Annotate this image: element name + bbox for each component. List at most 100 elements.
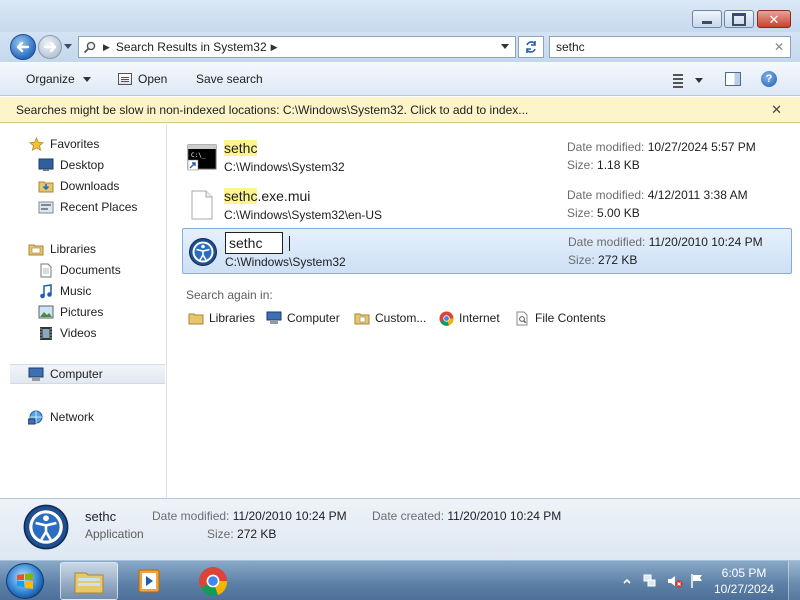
rename-input[interactable]: sethc: [225, 232, 290, 254]
result-name: sethc: [225, 232, 290, 254]
libraries-icon: [188, 310, 204, 326]
media-player-icon: [138, 569, 160, 593]
computer-icon: [28, 366, 44, 382]
videos-icon: [38, 325, 54, 341]
search-again-internet[interactable]: Internet: [438, 310, 500, 326]
clock-time: 6:05 PM: [721, 566, 767, 580]
result-size: Size: 5.00 KB: [567, 206, 640, 220]
taskbar-explorer-button[interactable]: [60, 562, 118, 600]
result-row[interactable]: sethc.exe.mui C:\Windows\System32\en-US …: [182, 182, 792, 228]
close-icon: ✕: [768, 11, 780, 27]
result-date-modified: Date modified: 10/27/2024 5:57 PM: [567, 140, 756, 154]
blank-file-icon: [187, 190, 217, 220]
date-label: Date modified:: [567, 140, 645, 154]
search-again-custom[interactable]: Custom...: [354, 310, 426, 326]
chevron-down-icon: [82, 76, 91, 82]
address-history-dropdown[interactable]: [501, 44, 509, 49]
clear-search-icon[interactable]: ✕: [774, 40, 784, 54]
result-size: Size: 272 KB: [568, 253, 637, 267]
nav-documents-label: Documents: [60, 263, 121, 277]
open-button[interactable]: Open: [118, 72, 167, 86]
taskbar-media-player-button[interactable]: [120, 562, 178, 600]
custom-folder-icon: [354, 310, 370, 326]
result-row[interactable]: C:\_ sethc C:\Windows\System32 Date modi…: [182, 134, 792, 180]
downloads-folder-icon: [38, 178, 54, 194]
breadcrumb-chevron-icon[interactable]: ▶: [271, 42, 278, 53]
result-row-selected[interactable]: sethc C:\Windows\System32 Date modified:…: [182, 228, 792, 274]
name-rest: .exe.mui: [257, 188, 311, 204]
size-label: Size:: [567, 206, 594, 220]
system-clock[interactable]: 6:05 PM 10/27/2024: [704, 565, 784, 597]
result-date-modified: Date modified: 11/20/2010 10:24 PM: [568, 235, 763, 249]
address-bar[interactable]: ▶ Search Results in System32 ▶: [78, 36, 516, 58]
organize-label: Organize: [26, 72, 75, 86]
search-input[interactable]: sethc: [556, 40, 585, 54]
size-value: 1.18 KB: [597, 158, 640, 172]
search-again-file-contents[interactable]: File Contents: [514, 310, 606, 326]
star-icon: [28, 136, 44, 152]
tray-network-icon[interactable]: [642, 561, 658, 600]
close-info-bar-icon[interactable]: ✕: [771, 102, 782, 118]
recent-places-icon: [38, 199, 54, 215]
network-icon: [28, 409, 44, 425]
save-search-label: Save search: [196, 72, 263, 86]
breadcrumb-chevron-icon[interactable]: ▶: [103, 42, 110, 53]
accessibility-icon: [22, 503, 70, 551]
title-bar: ✕: [0, 0, 800, 32]
nav-recent-places-label: Recent Places: [60, 200, 138, 214]
date-label: Date modified:: [568, 235, 646, 249]
search-again-libraries-label: Libraries: [209, 311, 256, 325]
date-value: 4/12/2011 3:38 AM: [647, 188, 748, 202]
forward-button[interactable]: [38, 35, 62, 59]
search-again-libraries[interactable]: Libraries: [188, 310, 255, 326]
size-value: 272 KB: [237, 527, 277, 541]
show-hidden-icons-button[interactable]: [622, 561, 632, 600]
nav-desktop-label: Desktop: [60, 158, 105, 172]
organize-button[interactable]: Organize: [26, 72, 91, 86]
minimize-button[interactable]: [692, 10, 722, 28]
help-icon[interactable]: ?: [761, 71, 777, 87]
search-box[interactable]: sethc ✕: [549, 36, 791, 58]
save-search-button[interactable]: Save search: [196, 72, 263, 86]
svg-text:C:\_: C:\_: [191, 152, 206, 159]
view-options-dropdown[interactable]: [695, 78, 703, 83]
recent-pages-dropdown[interactable]: [64, 44, 72, 49]
date-created-label: Date created:: [372, 509, 445, 523]
rename-value[interactable]: sethc: [229, 235, 262, 251]
breadcrumb[interactable]: Search Results in System32: [116, 40, 267, 54]
nav-libraries-label: Libraries: [50, 242, 97, 256]
result-name: sethc: [224, 140, 258, 156]
change-view-icon[interactable]: [669, 72, 683, 88]
search-again-computer[interactable]: Computer: [266, 310, 340, 326]
back-button[interactable]: [10, 34, 36, 60]
open-icon: [118, 73, 132, 85]
search-again-file-contents-label: File Contents: [535, 311, 606, 325]
taskbar-chrome-button[interactable]: [184, 562, 242, 600]
match-highlight: sethc: [224, 140, 258, 156]
size-label: Size:: [567, 158, 594, 172]
clock-date: 10/27/2024: [713, 582, 775, 596]
index-info-bar[interactable]: Searches might be slow in non-indexed lo…: [0, 97, 800, 123]
pictures-icon: [38, 304, 54, 320]
date-modified-value: 11/20/2010 10:24 PM: [232, 509, 347, 523]
close-window-button[interactable]: ✕: [757, 10, 791, 28]
nav-computer[interactable]: Computer: [10, 364, 165, 384]
preview-pane-icon[interactable]: [725, 72, 741, 86]
tray-action-center-icon[interactable]: [690, 561, 704, 600]
search-location-icon: [79, 37, 99, 57]
refresh-button[interactable]: [518, 36, 544, 58]
info-bar-text[interactable]: Searches might be slow in non-indexed lo…: [16, 103, 528, 117]
start-button[interactable]: [6, 563, 44, 599]
show-desktop-button[interactable]: [788, 561, 800, 600]
documents-icon: [38, 262, 54, 278]
tray-volume-muted-icon[interactable]: [666, 561, 684, 600]
search-again-custom-label: Custom...: [375, 311, 427, 325]
nav-network-label: Network: [50, 410, 95, 424]
result-date-modified: Date modified: 4/12/2011 3:38 AM: [567, 188, 748, 202]
chevron-up-icon: [623, 578, 631, 584]
date-value: 11/20/2010 10:24 PM: [648, 235, 763, 249]
accessibility-icon: [188, 237, 218, 267]
taskbar: 6:05 PM 10/27/2024: [0, 560, 800, 600]
open-label: Open: [138, 72, 168, 86]
maximize-button[interactable]: [724, 10, 754, 28]
